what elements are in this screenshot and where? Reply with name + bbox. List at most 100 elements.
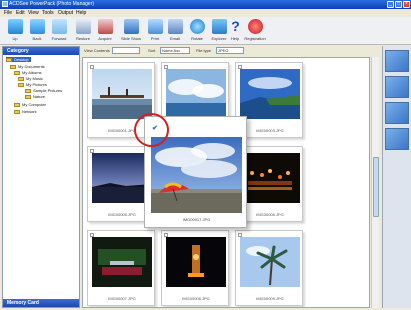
toolbar-up-label: Up — [12, 36, 18, 41]
window-title: ACDSee PowerPack (Photo Manager) — [9, 1, 95, 7]
folder-panel: Category Desktop My Documents My Albums … — [2, 46, 80, 308]
explorer-icon — [212, 19, 227, 34]
folder-icon — [25, 88, 31, 93]
close-button[interactable]: × — [403, 1, 410, 8]
tree-item[interactable]: Desktop — [6, 57, 31, 62]
sort-select[interactable]: Name Asc — [160, 47, 190, 54]
vertical-scrollbar[interactable] — [371, 57, 379, 308]
thumbnail-caption: IMG00009.JPG — [256, 296, 284, 301]
view-select[interactable] — [112, 47, 140, 54]
folder-icon — [18, 82, 24, 87]
email-icon — [168, 19, 183, 34]
preview-tile[interactable] — [385, 50, 409, 72]
thumbnail-caption: IMG00007.JPG — [108, 296, 136, 301]
preview-tile[interactable] — [385, 76, 409, 98]
folder-icon — [10, 64, 16, 69]
tree-item-label: Desktop — [14, 57, 29, 62]
category-header[interactable]: Category — [3, 47, 79, 55]
tree-item[interactable]: My Computer — [14, 102, 46, 107]
menu-help[interactable]: Help — [76, 10, 86, 16]
help-icon: ? — [231, 18, 240, 34]
folder-icon — [14, 109, 20, 114]
toolbar-email-button[interactable]: Email — [166, 19, 184, 43]
rotate-icon — [190, 19, 205, 34]
registration-icon — [248, 19, 263, 34]
tree-item[interactable]: My Albums — [14, 70, 42, 75]
photo-night-tower — [166, 237, 226, 287]
toolbar-acquire-label: Acquire — [98, 36, 112, 41]
tree-item-label: My Documents — [18, 64, 45, 69]
filter-bar: View Contents Sort Name Asc File type JP… — [82, 46, 382, 56]
memory-card-header[interactable]: Memory Card — [3, 299, 79, 307]
view-label: View Contents — [84, 48, 110, 53]
toolbar-help-button[interactable]: ? Help — [226, 19, 244, 43]
toolbar-slideshow-button[interactable]: Slide Show — [120, 19, 141, 43]
photo-palm-tree — [240, 237, 300, 287]
title-bar: ACDSee PowerPack (Photo Manager) _ □ × — [0, 0, 411, 9]
tree-item-label: My Pictures — [26, 82, 47, 87]
tree-item[interactable]: Network — [14, 109, 37, 114]
photo-green-lights — [92, 237, 152, 287]
thumbnail[interactable]: IMG00007.JPG — [87, 230, 155, 306]
slideshow-icon — [124, 19, 139, 34]
tree-item-label: My Music — [26, 76, 43, 81]
tree-item[interactable]: Sample Pictures — [25, 88, 62, 93]
print-icon — [148, 19, 163, 34]
tree-item[interactable]: My Pictures — [18, 82, 47, 87]
photo-beach-umbrella — [151, 137, 242, 213]
preview-tile[interactable] — [385, 128, 409, 150]
toolbar-rotate-label: Rotate — [191, 36, 203, 41]
menu-view[interactable]: View — [28, 10, 39, 16]
toolbar-registration-label: Registration — [244, 36, 266, 41]
folder-icon — [14, 102, 20, 107]
tree-item-label: Sample Pictures — [33, 88, 63, 93]
toolbar-print-button[interactable]: Print — [146, 19, 164, 43]
tree-item-label: My Albums — [22, 70, 42, 75]
menu-output[interactable]: Output — [58, 10, 73, 16]
toolbar-back-button[interactable]: Back — [28, 19, 46, 43]
tree-item[interactable]: My Documents — [10, 64, 45, 69]
acquire-icon — [98, 19, 113, 34]
minimize-button[interactable]: _ — [387, 1, 394, 8]
scrollbar-thumb[interactable] — [373, 157, 379, 217]
toolbar-restore-button[interactable]: Restore — [74, 19, 92, 43]
toolbar-slideshow-label: Slide Show — [120, 36, 141, 41]
toolbar-registration-button[interactable]: Registration — [244, 19, 266, 43]
folder-icon — [6, 57, 12, 62]
toolbar-rotate-button[interactable]: Rotate — [188, 19, 206, 43]
photo-night-lights — [240, 153, 300, 203]
preview-tile[interactable] — [385, 102, 409, 124]
highlight-circle — [134, 113, 169, 147]
tree-item[interactable]: Nature — [25, 94, 45, 99]
file-type-label: File type — [196, 48, 212, 53]
maximize-button[interactable]: □ — [395, 1, 402, 8]
restore-icon — [76, 19, 91, 34]
toolbar: Up Back Forward Restore Acquire Slide Sh… — [0, 17, 411, 45]
photo-coast — [240, 69, 300, 119]
menu-bar: File Edit View Tools Output Help — [0, 9, 411, 17]
tree-item-label: My Computer — [22, 102, 47, 107]
menu-tools[interactable]: Tools — [42, 10, 54, 16]
tree-item-label: Nature — [33, 94, 46, 99]
toolbar-up-button[interactable]: Up — [6, 19, 24, 43]
tree-item[interactable]: My Music — [18, 76, 43, 81]
toolbar-print-label: Print — [150, 36, 160, 41]
thumbnail[interactable]: IMG00008.JPG — [161, 230, 229, 306]
photo-clouds-sea — [166, 69, 226, 119]
tree-item-label: Network — [22, 109, 37, 114]
up-folder-icon — [8, 19, 23, 34]
back-arrow-icon — [30, 19, 45, 34]
forward-arrow-icon — [52, 19, 67, 34]
app-icon — [2, 1, 8, 7]
thumbnail[interactable]: IMG00009.JPG — [235, 230, 303, 306]
photo-pier — [92, 69, 152, 119]
app-window: ACDSee PowerPack (Photo Manager) _ □ × F… — [0, 0, 411, 310]
toolbar-acquire-button[interactable]: Acquire — [96, 19, 114, 43]
toolbar-help-label: Help — [230, 36, 240, 41]
file-type-select[interactable]: JPEG — [216, 47, 244, 54]
folder-icon — [14, 70, 20, 75]
photo-sunset — [92, 153, 152, 203]
menu-file[interactable]: File — [4, 10, 12, 16]
menu-edit[interactable]: Edit — [16, 10, 25, 16]
toolbar-forward-button[interactable]: Forward — [50, 19, 68, 43]
